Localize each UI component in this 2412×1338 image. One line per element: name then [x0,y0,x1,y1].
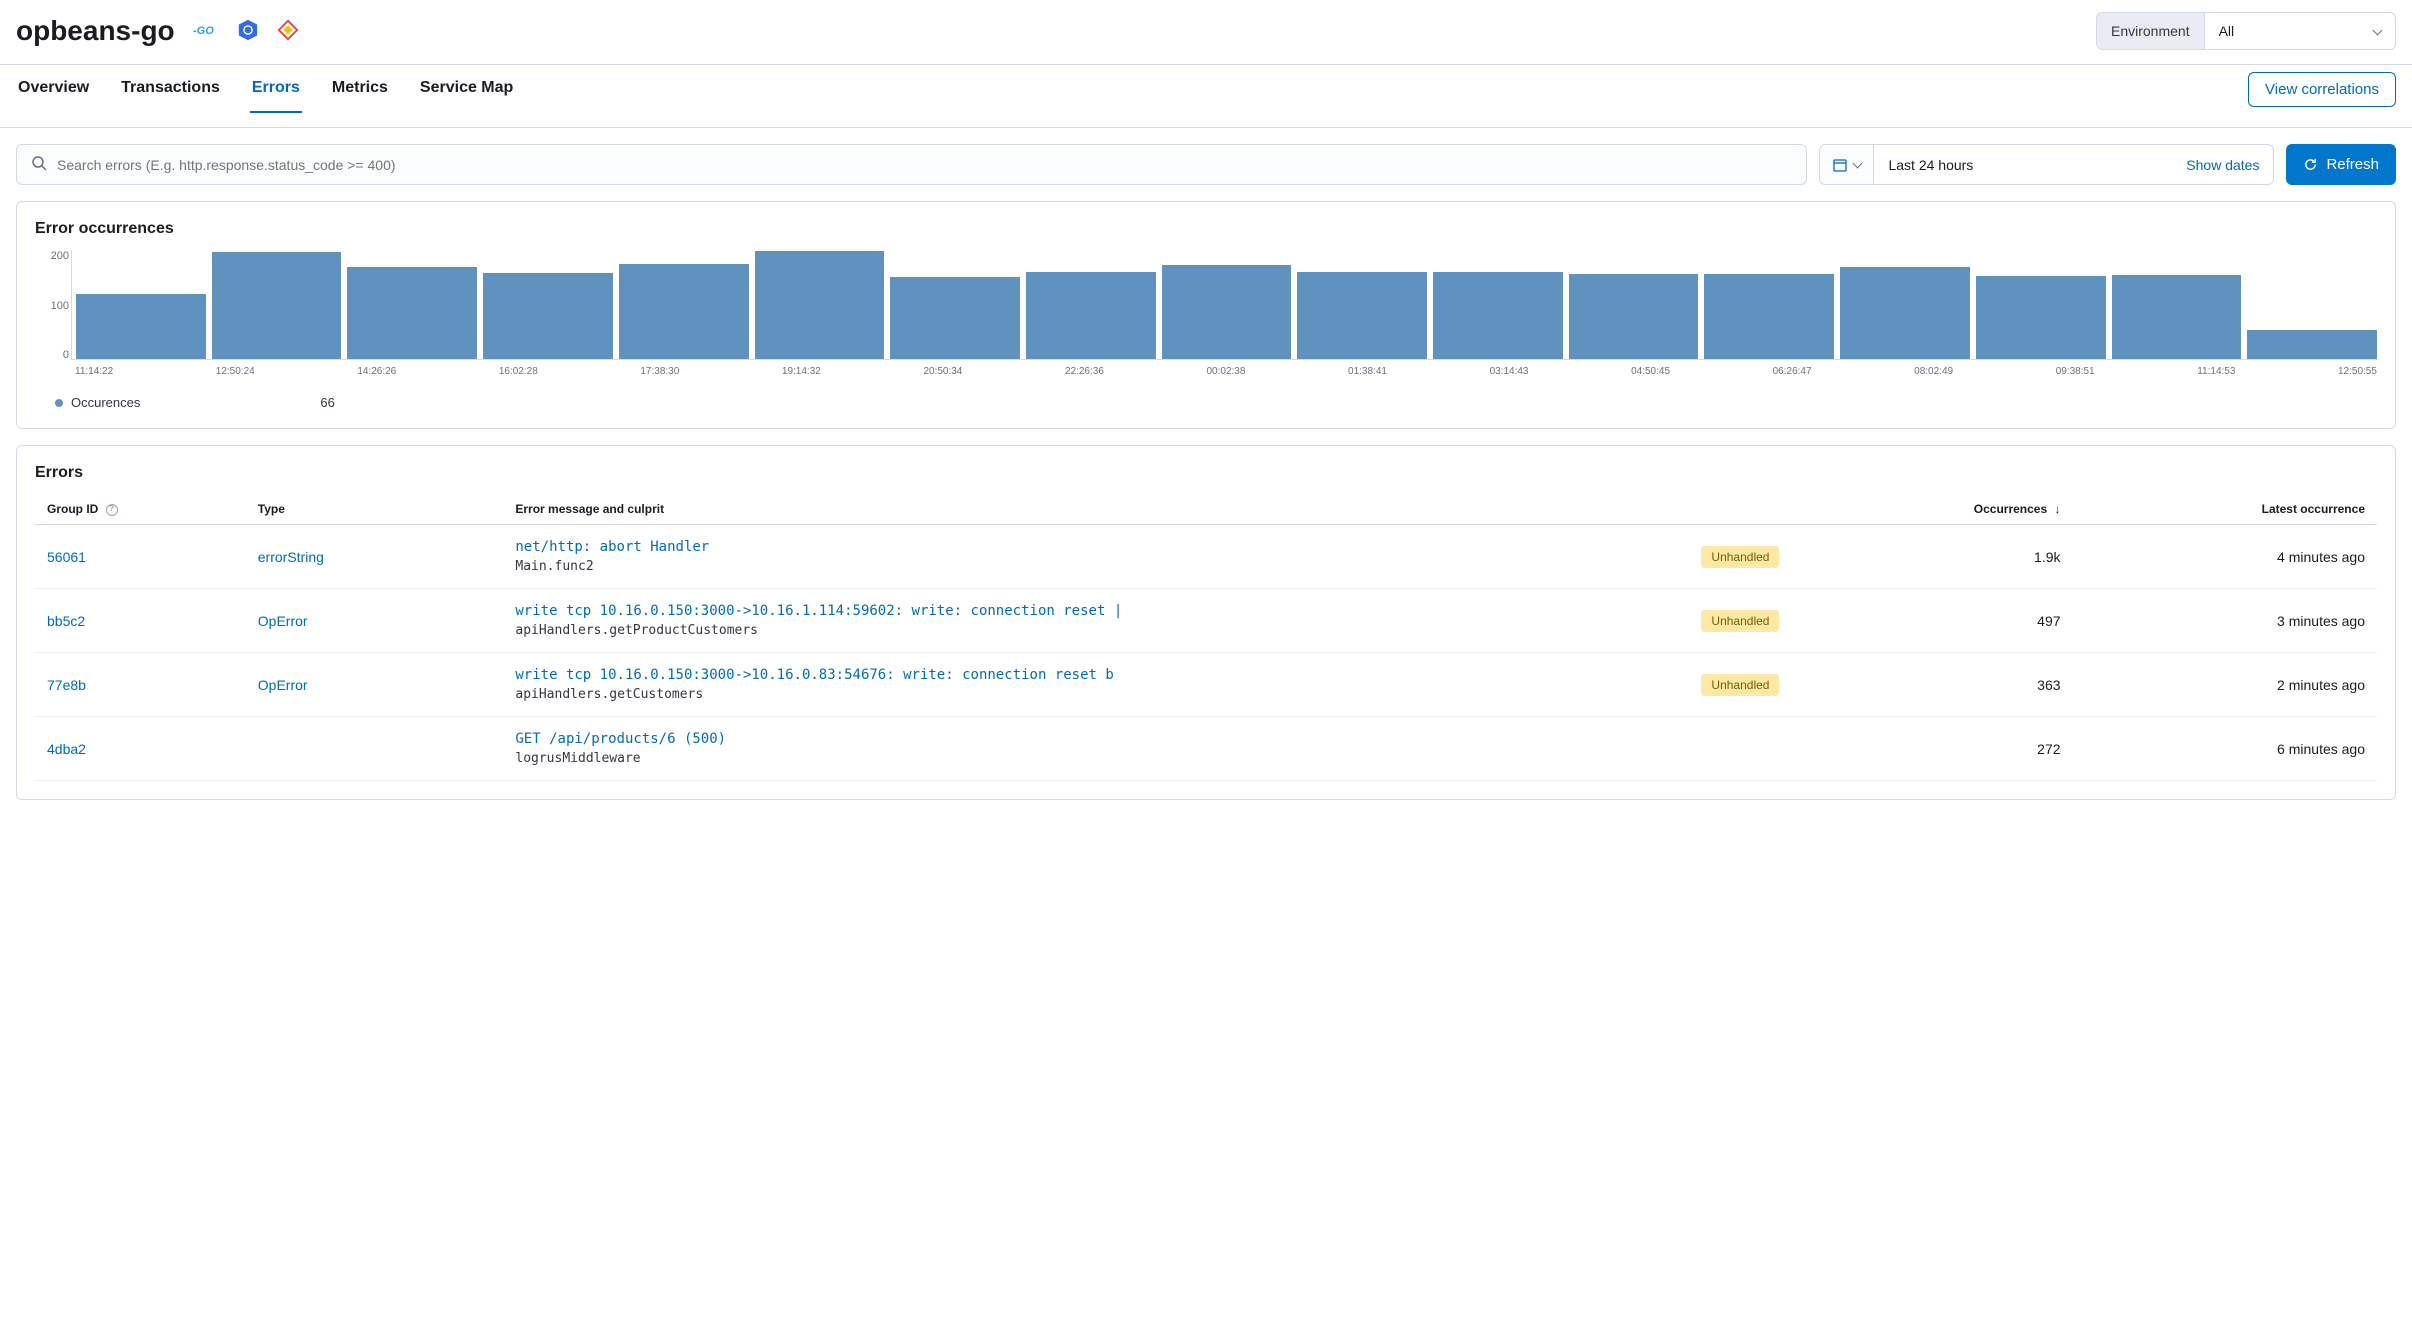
latest-occurrence-value: 6 minutes ago [2073,717,2377,781]
environment-selector[interactable]: Environment All [2096,12,2396,50]
chart-bar[interactable] [619,264,749,359]
chart-bar[interactable] [1569,274,1699,359]
view-correlations-button[interactable]: View correlations [2248,72,2396,107]
occurrences-value: 497 [1791,589,2072,653]
error-type-link[interactable]: OpError [258,677,308,693]
group-id-link[interactable]: bb5c2 [47,613,85,629]
header: opbeans-go -GO Environment All [0,0,2412,50]
x-axis-ticks: 11:14:2212:50:2414:26:2616:02:2817:38:30… [75,366,2377,377]
chart-legend: Occurences 66 [35,395,2377,410]
calendar-icon [1832,157,1848,173]
tabs: Overview Transactions Errors Metrics Service… [16,65,515,113]
unhandled-badge: Unhandled [1701,546,1779,568]
tab-errors[interactable]: Errors [250,65,302,113]
error-culprit: logrusMiddleware [515,751,1779,766]
unhandled-badge: Unhandled [1701,610,1779,632]
bar-chart [71,250,2377,360]
error-culprit: apiHandlers.getProductCustomers [515,623,1683,638]
go-icon: -GO [193,23,219,40]
chart-bar[interactable] [1433,272,1563,359]
col-type[interactable]: Type [246,494,504,525]
chart-bar[interactable] [1976,276,2106,359]
chart-panel: Error occurrences 2001000 11:14:2212:50:… [16,201,2396,429]
service-icons: -GO [193,19,299,44]
error-culprit: apiHandlers.getCustomers [515,687,1683,702]
legend-dot-icon [55,399,63,407]
chart-bar[interactable] [1840,267,1970,359]
col-latest[interactable]: Latest occurrence [2073,494,2377,525]
search-icon [31,155,47,174]
latest-occurrence-value: 4 minutes ago [2073,525,2377,589]
search-input[interactable] [57,157,1792,173]
time-range-value: Last 24 hours [1888,157,1973,173]
chevron-down-icon [2373,25,2383,35]
chart-title: Error occurrences [35,220,2377,238]
table-row: bb5c2 OpError write tcp 10.16.0.150:3000->… [35,589,2377,653]
tab-service-map[interactable]: Service Map [418,65,515,113]
calendar-button[interactable] [1819,144,1874,185]
unhandled-badge: Unhandled [1701,674,1779,696]
sort-desc-icon: ↓ [2055,502,2061,516]
chart-bar[interactable] [1297,272,1427,359]
chart-bar[interactable] [212,252,342,359]
refresh-icon [2303,157,2318,172]
tab-metrics[interactable]: Metrics [330,65,390,113]
chart-bar[interactable] [2112,275,2242,359]
refresh-label: Refresh [2326,156,2379,173]
occurrences-value: 1.9k [1791,525,2072,589]
tab-transactions[interactable]: Transactions [119,65,222,113]
chart-bar[interactable] [2247,330,2377,359]
latest-occurrence-value: 2 minutes ago [2073,653,2377,717]
chevron-down-icon [1853,159,1863,169]
group-id-link[interactable]: 4dba2 [47,741,86,757]
latest-occurrence-value: 3 minutes ago [2073,589,2377,653]
col-group-id[interactable]: Group ID [35,494,246,525]
chart-bar[interactable] [1704,274,1834,359]
error-message-link[interactable]: write tcp 10.16.0.150:3000->10.16.1.114:… [515,603,1683,619]
chart-bar[interactable] [1026,272,1156,359]
legend-value: 66 [320,395,334,410]
occurrences-value: 363 [1791,653,2072,717]
info-icon[interactable] [106,504,118,516]
kubernetes-icon [237,19,259,44]
environment-value: All [2219,23,2235,39]
errors-title: Errors [35,464,2377,482]
legend-label: Occurences [71,395,140,410]
errors-panel: Errors Group ID Type Error message and c… [16,445,2396,800]
table-row: 4dba2 GET /api/products/6 (500) logrusMidd… [35,717,2377,781]
group-id-link[interactable]: 77e8b [47,677,86,693]
occurrences-value: 272 [1791,717,2072,781]
chart-bar[interactable] [347,267,477,359]
chart-bar[interactable] [755,251,885,359]
col-occurrences[interactable]: Occurrences ↓ [1791,494,2072,525]
error-type-link[interactable]: errorString [258,549,324,565]
error-message-link[interactable]: GET /api/products/6 (500) [515,731,1779,747]
errors-table: Group ID Type Error message and culprit … [35,494,2377,781]
table-row: 56061 errorString net/http: abort Handler M… [35,525,2377,589]
environment-label: Environment [2097,13,2205,49]
error-type-link[interactable]: OpError [258,613,308,629]
show-dates-link[interactable]: Show dates [2186,157,2259,173]
chart-bar[interactable] [483,273,613,359]
chart-bar[interactable] [76,294,206,359]
cloud-provider-icon [277,19,299,44]
error-culprit: Main.func2 [515,559,1683,574]
refresh-button[interactable]: Refresh [2286,144,2396,185]
group-id-link[interactable]: 56061 [47,549,86,565]
svg-text:-GO: -GO [193,25,214,37]
tab-overview[interactable]: Overview [16,65,91,113]
y-axis-ticks: 2001000 [35,250,69,361]
error-message-link[interactable]: net/http: abort Handler [515,539,1683,555]
col-message[interactable]: Error message and culprit [503,494,1791,525]
chart-bar[interactable] [890,277,1020,359]
search-bar[interactable] [16,144,1807,185]
date-range-picker[interactable]: Last 24 hours Show dates [1819,144,2274,185]
table-row: 77e8b OpError write tcp 10.16.0.150:3000->… [35,653,2377,717]
chart-bar[interactable] [1162,265,1292,359]
error-message-link[interactable]: write tcp 10.16.0.150:3000->10.16.0.83:5… [515,667,1683,683]
page-title: opbeans-go [16,15,175,47]
